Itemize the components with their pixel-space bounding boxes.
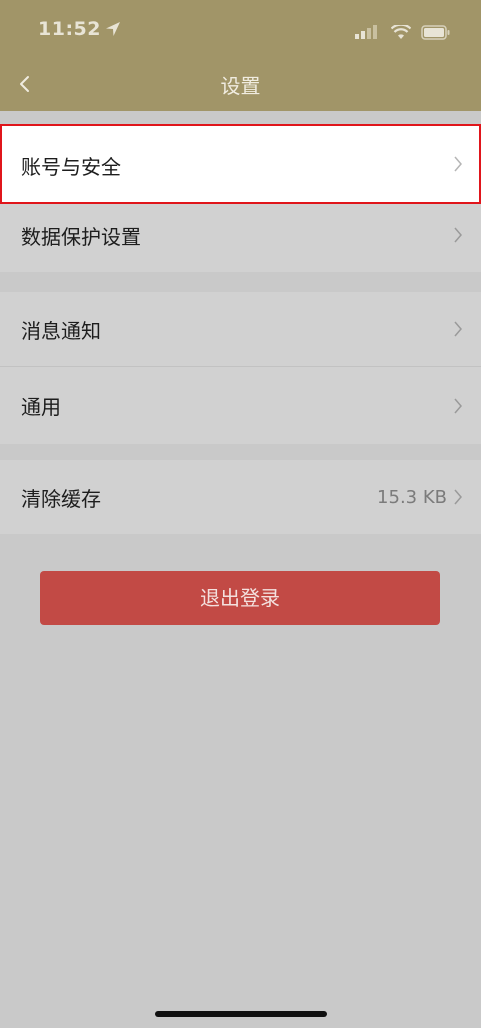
settings-group-general: 消息通知 通用 — [0, 292, 481, 444]
row-notifications[interactable]: 消息通知 — [0, 292, 481, 366]
cache-size-value: 15.3 KB — [377, 486, 447, 508]
status-time: 11:52 — [38, 18, 101, 40]
row-data-protection[interactable]: 数据保护设置 — [0, 198, 481, 272]
header-bar: 11:52 设置 — [0, 0, 481, 111]
chevron-right-icon — [454, 398, 462, 413]
chevron-right-icon — [454, 321, 462, 337]
row-label-data-protection: 数据保护设置 — [21, 224, 141, 249]
battery-icon — [421, 24, 450, 40]
status-icons — [355, 24, 451, 40]
settings-group-storage: 清除缓存 15.3 KB — [0, 460, 481, 534]
wifi-icon — [391, 24, 411, 39]
row-account-security-highlight[interactable]: 账号与安全 — [0, 124, 481, 204]
chevron-right-icon — [454, 489, 462, 505]
chevron-right-icon — [454, 227, 462, 243]
page-title: 设置 — [220, 74, 261, 98]
logout-button[interactable]: 退出登录 — [40, 571, 440, 625]
row-general[interactable]: 通用 — [0, 367, 481, 444]
cellular-signal-icon — [355, 25, 377, 39]
settings-screen: 11:52 设置 数据保护设置 账号与安全 消息通知 通用 清除缓存 15.3 … — [0, 0, 481, 1028]
location-arrow-icon — [106, 22, 120, 36]
row-clear-cache[interactable]: 清除缓存 15.3 KB — [0, 460, 481, 534]
home-indicator[interactable] — [155, 1011, 327, 1017]
chevron-right-icon — [454, 156, 462, 172]
row-label-notifications: 消息通知 — [21, 318, 101, 343]
row-label-general: 通用 — [21, 395, 61, 419]
row-label-account-security-highlighted: 账号与安全 — [21, 155, 121, 179]
row-label-clear-cache: 清除缓存 — [21, 486, 101, 511]
